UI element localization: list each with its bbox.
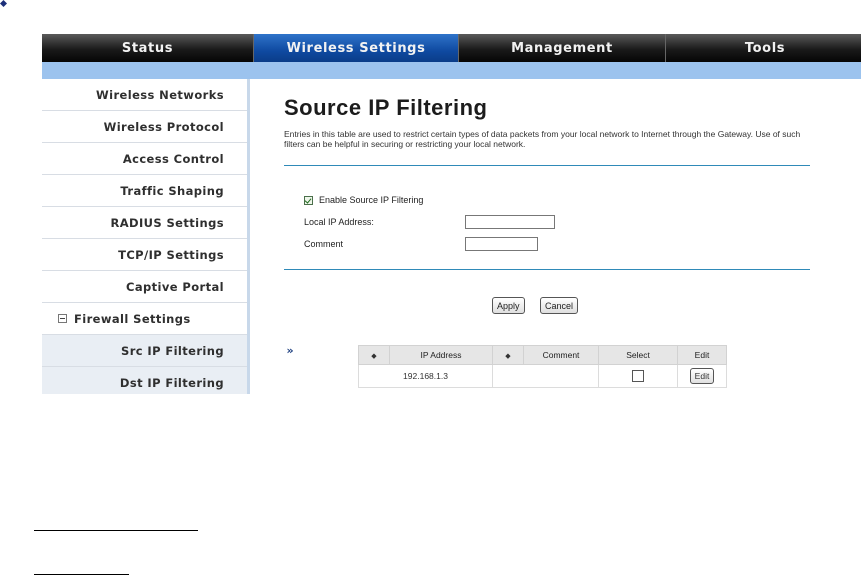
- row-select-cell: [598, 364, 678, 388]
- page-title: Source IP Filtering: [284, 95, 488, 120]
- page-description: Entries in this table are used to restri…: [284, 129, 801, 149]
- sidebar-item-dst-ip-filtering[interactable]: Dst IP Filtering: [42, 367, 248, 394]
- row-select-checkbox[interactable]: [632, 370, 644, 382]
- divider: [284, 165, 810, 166]
- divider: [284, 269, 810, 270]
- sidebar-item-wireless-protocol[interactable]: Wireless Protocol: [42, 111, 248, 143]
- table-row: 192.168.1.3 Edit: [358, 364, 727, 388]
- row-edit-button[interactable]: Edit: [689, 368, 715, 384]
- column-comment[interactable]: Comment: [523, 345, 599, 365]
- tab-management[interactable]: Management: [459, 34, 666, 62]
- sidebar-item-traffic-shaping[interactable]: Traffic Shaping: [42, 175, 248, 207]
- sort-icon[interactable]: ◆: [358, 345, 390, 365]
- top-navigation: Status Wireless Settings Management Tool…: [42, 34, 861, 62]
- enable-source-ip-filtering-checkbox[interactable]: [304, 195, 313, 205]
- column-select: Select: [598, 345, 678, 365]
- sub-navigation-bar: [42, 62, 861, 79]
- tab-status[interactable]: Status: [42, 34, 254, 62]
- sidebar-item-wireless-networks[interactable]: Wireless Networks: [42, 79, 248, 111]
- sidebar: Wireless Networks Wireless Protocol Acce…: [42, 79, 294, 394]
- sidebar-group-label: Firewall Settings: [74, 311, 191, 326]
- cancel-button[interactable]: Cancel: [540, 297, 579, 314]
- comment-label: Comment: [304, 239, 344, 249]
- row-comment: [492, 364, 599, 388]
- column-ip-address[interactable]: IP Address: [389, 345, 493, 365]
- comment-input[interactable]: [465, 237, 538, 251]
- row-ip-address: 192.168.1.3: [358, 364, 493, 388]
- underline: [34, 530, 198, 531]
- enable-row: Enable Source IP Filtering: [304, 195, 423, 205]
- sidebar-item-tcpip-settings[interactable]: TCP/IP Settings: [42, 239, 248, 271]
- sidebar-item-captive-portal[interactable]: Captive Portal: [42, 271, 248, 303]
- sort-icon[interactable]: ◆: [492, 345, 524, 365]
- apply-button[interactable]: Apply: [492, 297, 525, 314]
- sidebar-group-firewall-settings[interactable]: Firewall Settings: [42, 303, 248, 335]
- collapse-icon[interactable]: [58, 314, 67, 323]
- sidebar-item-label: Src IP Filtering: [121, 343, 224, 358]
- tab-wireless-settings[interactable]: Wireless Settings: [254, 34, 459, 62]
- corner-bullet-icon: [0, 0, 7, 7]
- sidebar-item-src-ip-filtering[interactable]: Src IP Filtering »: [42, 335, 294, 367]
- underline: [34, 574, 129, 575]
- enable-source-ip-filtering-label: Enable Source IP Filtering: [319, 195, 424, 205]
- main-content: Source IP Filtering Entries in this tabl…: [278, 79, 861, 394]
- router-admin-window: Status Wireless Settings Management Tool…: [42, 34, 861, 394]
- local-ip-input[interactable]: [465, 215, 555, 229]
- sidebar-item-radius-settings[interactable]: RADIUS Settings: [42, 207, 248, 239]
- table-header-row: ◆ IP Address ◆ Comment Select Edit: [358, 345, 727, 365]
- sidebar-item-access-control[interactable]: Access Control: [42, 143, 248, 175]
- local-ip-label: Local IP Address:: [304, 217, 374, 227]
- column-edit: Edit: [677, 345, 727, 365]
- filter-form: Enable Source IP Filtering: [304, 195, 423, 205]
- row-edit-cell: Edit: [677, 364, 727, 388]
- filter-table: ◆ IP Address ◆ Comment Select Edit 192.1…: [358, 345, 727, 388]
- tab-tools[interactable]: Tools: [666, 34, 861, 62]
